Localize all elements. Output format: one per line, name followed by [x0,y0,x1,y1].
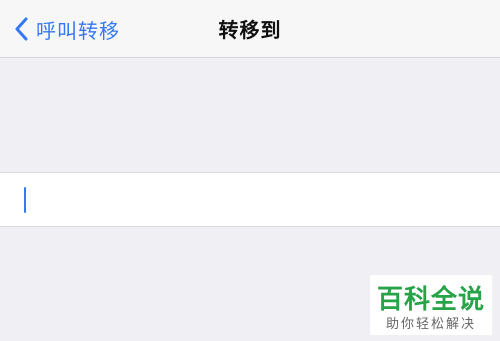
watermark-subtitle: 助你轻松解决 [385,317,476,332]
watermark-logo: 百科全说 助你轻松解决 [370,275,492,335]
watermark-title: 百科全说 [376,285,485,315]
navigation-bar: 呼叫转移 转移到 [0,0,500,58]
forward-number-input[interactable] [22,173,482,226]
forward-number-row[interactable] [0,172,500,227]
text-cursor [24,187,26,213]
page-title: 转移到 [218,18,282,42]
